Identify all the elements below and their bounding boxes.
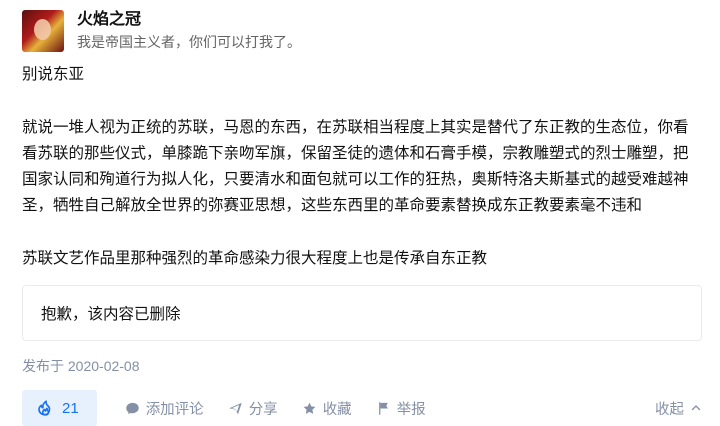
like-icon xyxy=(38,400,51,416)
flag-icon xyxy=(378,401,388,415)
answer-author-header: 火焰之冠 我是帝国主义者，你们可以打我了。 xyxy=(22,7,301,55)
author-bio: 我是帝国主义者，你们可以打我了。 xyxy=(77,34,301,50)
share-icon xyxy=(228,402,242,414)
published-date[interactable]: 发布于 2020-02-08 xyxy=(22,356,140,376)
avatar[interactable] xyxy=(22,10,64,52)
favorite-label: 收藏 xyxy=(322,401,352,418)
add-comment-label: 添加评论 xyxy=(145,401,204,418)
share-label: 分享 xyxy=(248,401,278,418)
add-comment-button[interactable]: 添加评论 xyxy=(125,398,204,419)
content-paragraph: 就说一堆人视为正统的苏联，马恩的东西，在苏联相当程度上其实是替代了东正教的生态位… xyxy=(22,119,689,214)
report-label: 举报 xyxy=(396,401,426,418)
comment-icon xyxy=(125,402,139,414)
star-icon xyxy=(303,402,316,414)
answer-content: 别说东亚 就说一堆人视为正统的苏联，马恩的东西，在苏联相当程度上其实是替代了东正… xyxy=(22,62,702,272)
like-button[interactable]: 21 xyxy=(22,390,97,426)
share-button[interactable]: 分享 xyxy=(228,398,278,419)
collapse-label: 收起 xyxy=(655,401,684,418)
author-name[interactable]: 火焰之冠 xyxy=(77,10,301,30)
deleted-content-notice: 抱歉，该内容已删除 xyxy=(22,285,702,341)
author-meta: 火焰之冠 我是帝国主义者，你们可以打我了。 xyxy=(77,10,301,52)
collapse-button[interactable]: 收起 xyxy=(655,398,702,419)
chevron-up-icon xyxy=(691,405,701,411)
like-count: 21 xyxy=(62,399,79,417)
content-paragraph: 苏联文艺作品里那种强烈的革命感染力很大程度上也是传承自东正教 xyxy=(22,250,488,267)
action-bar: 21 添加评论 分享 收藏 举报 收起 xyxy=(22,390,702,426)
deleted-notice-text: 抱歉，该内容已删除 xyxy=(41,306,181,323)
content-paragraph: 别说东亚 xyxy=(22,66,85,83)
favorite-button[interactable]: 收藏 xyxy=(302,398,352,419)
report-button[interactable]: 举报 xyxy=(376,398,426,419)
